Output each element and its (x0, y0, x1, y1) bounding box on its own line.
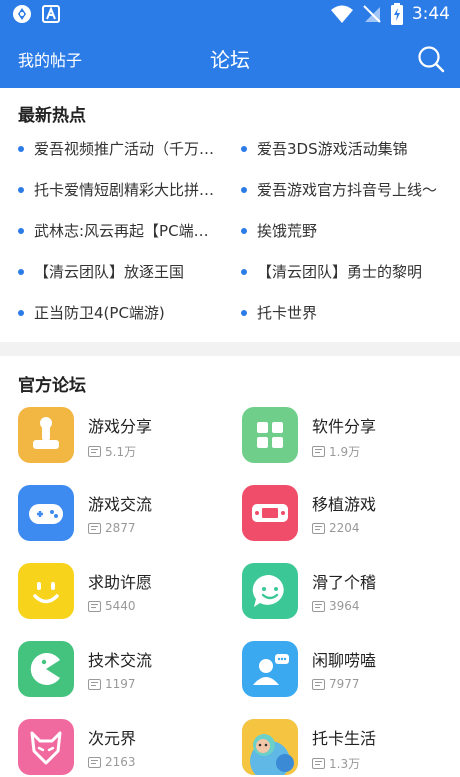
comment-icon (88, 600, 101, 612)
comment-icon (312, 600, 325, 612)
forum-name: 次元界 (88, 729, 137, 748)
bullet-dot-icon (18, 187, 24, 193)
forum-name: 托卡生活 (312, 729, 377, 748)
bullet-dot-icon (241, 269, 247, 275)
forum-name: 滑了个稽 (312, 573, 377, 592)
hot-topic-item[interactable]: 【清云团队】放逐王国 (18, 262, 228, 282)
hot-topic-item[interactable]: 爱吾游戏官方抖音号上线～ (241, 180, 451, 200)
forum-name: 游戏交流 (88, 495, 153, 514)
bullet-dot-icon (18, 228, 24, 234)
forum-name: 游戏分享 (88, 417, 153, 436)
user-chat-icon (242, 641, 298, 697)
search-icon[interactable] (416, 44, 446, 74)
official-forums-title: 官方论坛 (18, 376, 86, 396)
toca-life-icon (242, 719, 298, 775)
grid-icon (242, 407, 298, 463)
hot-topic-item[interactable]: 托卡爱情短剧精彩大比拼… (18, 180, 228, 200)
hot-topics-title: 最新热点 (18, 106, 86, 126)
forum-post-count: 2204 (312, 521, 360, 535)
forum-post-count: 5440 (88, 599, 136, 613)
hot-topic-item[interactable]: 武林志:风云再起【PC端… (18, 221, 228, 241)
status-right-icons: 3:44 (330, 3, 450, 25)
chat-smile-icon (242, 563, 298, 619)
forum-item-game-share[interactable]: 游戏分享 5.1万 (18, 407, 238, 469)
a-icon (42, 5, 60, 23)
bullet-dot-icon (241, 310, 247, 316)
joystick-icon (18, 407, 74, 463)
forum-post-count: 7977 (312, 677, 360, 691)
forum-item-ported-games[interactable]: 移植游戏 2204 (242, 485, 460, 547)
forum-name: 移植游戏 (312, 495, 377, 514)
forum-post-count: 1197 (88, 677, 136, 691)
status-bar: 3:44 (0, 0, 460, 30)
hot-topic-item[interactable]: 爱吾视频推广活动（千万… (18, 139, 228, 159)
forum-item-help-wishes[interactable]: 求助许愿 5440 (18, 563, 238, 625)
smile-icon (18, 563, 74, 619)
forum-post-count: 1.9万 (312, 443, 360, 460)
hot-topic-item[interactable]: 【清云团队】勇士的黎明 (241, 262, 451, 282)
official-forums-section: 官方论坛 游戏分享 5.1万 软件分享 1.9万 游戏交流 2877 移植游戏 … (0, 356, 460, 777)
forum-name: 求助许愿 (88, 573, 153, 592)
forum-post-count: 3964 (312, 599, 360, 613)
status-time: 3:44 (411, 4, 450, 24)
forum-name: 软件分享 (312, 417, 377, 436)
pacman-icon (18, 641, 74, 697)
comment-icon (312, 446, 325, 457)
battery-charging-icon (390, 3, 403, 25)
forum-item-toca-life[interactable]: 托卡生活 1.3万 (242, 719, 460, 777)
bullet-dot-icon (18, 146, 24, 152)
hot-topics-section: 最新热点 爱吾视频推广活动（千万… 爱吾3DS游戏活动集锦 托卡爱情短剧精彩大比… (0, 88, 460, 342)
forum-item-tech[interactable]: 技术交流 1197 (18, 641, 238, 703)
app-bar: 我的帖子 论坛 (0, 30, 460, 88)
fox-mask-icon (18, 719, 74, 775)
forum-item-funny[interactable]: 滑了个稽 3964 (242, 563, 460, 625)
bullet-dot-icon (241, 228, 247, 234)
bullet-dot-icon (241, 187, 247, 193)
bullet-dot-icon (18, 269, 24, 275)
forum-post-count: 5.1万 (88, 443, 136, 460)
app-icon (13, 5, 31, 23)
bullet-dot-icon (241, 146, 247, 152)
hot-topic-item[interactable]: 爱吾3DS游戏活动集锦 (241, 139, 451, 159)
bullet-dot-icon (18, 310, 24, 316)
comment-icon (88, 756, 101, 768)
hot-topic-item[interactable]: 托卡世界 (241, 303, 451, 323)
forum-item-anime[interactable]: 次元界 2163 (18, 719, 238, 777)
no-sim-icon (363, 5, 381, 23)
comment-icon (312, 522, 325, 534)
comment-icon (312, 758, 325, 769)
comment-icon (88, 678, 101, 690)
hot-topic-item[interactable]: 挨饿荒野 (241, 221, 451, 241)
handheld-icon (242, 485, 298, 541)
comment-icon (88, 446, 101, 457)
wifi-icon (330, 5, 353, 23)
forum-name: 技术交流 (88, 651, 153, 670)
gamepad-icon (18, 485, 74, 541)
comment-icon (88, 522, 101, 534)
status-left-icons (12, 4, 60, 24)
forum-post-count: 2163 (88, 755, 136, 769)
my-posts-link[interactable]: 我的帖子 (18, 47, 82, 71)
forum-item-software-share[interactable]: 软件分享 1.9万 (242, 407, 460, 469)
forum-item-game-chat[interactable]: 游戏交流 2877 (18, 485, 238, 547)
comment-icon (312, 678, 325, 690)
forum-post-count: 1.3万 (312, 755, 360, 772)
forum-post-count: 2877 (88, 521, 136, 535)
forum-item-chit-chat[interactable]: 闲聊唠嗑 7977 (242, 641, 460, 703)
forum-name: 闲聊唠嗑 (312, 651, 377, 670)
hot-topic-item[interactable]: 正当防卫4(PC端游) (18, 303, 228, 323)
